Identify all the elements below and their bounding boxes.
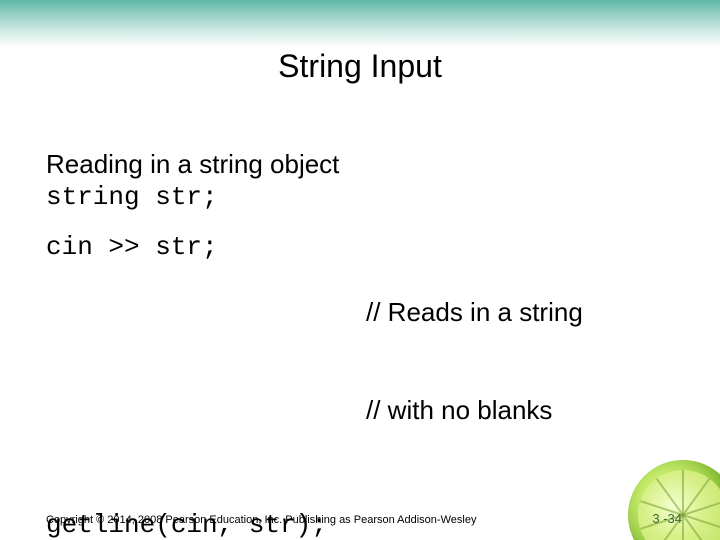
example-1-code: cin >> str; [46,231,366,264]
comment-line: // Reads in a string [366,296,583,329]
copyright-footer: Copyright © 2014, 2008 Pearson Education… [46,514,476,526]
slide-title: String Input [0,48,720,85]
example-1: cin >> str; // Reads in a string // with… [46,231,686,491]
page-number: 3 -34 [652,511,682,526]
comment-line: // with no blanks [366,394,583,427]
example-1-comments: // Reads in a string // with no blanks [366,231,583,491]
slide-body: Reading in a string object string str; c… [46,148,686,540]
header-gradient [0,0,720,48]
lime-icon [628,460,720,540]
declaration-code: string str; [46,181,686,214]
intro-text: Reading in a string object [46,148,686,181]
